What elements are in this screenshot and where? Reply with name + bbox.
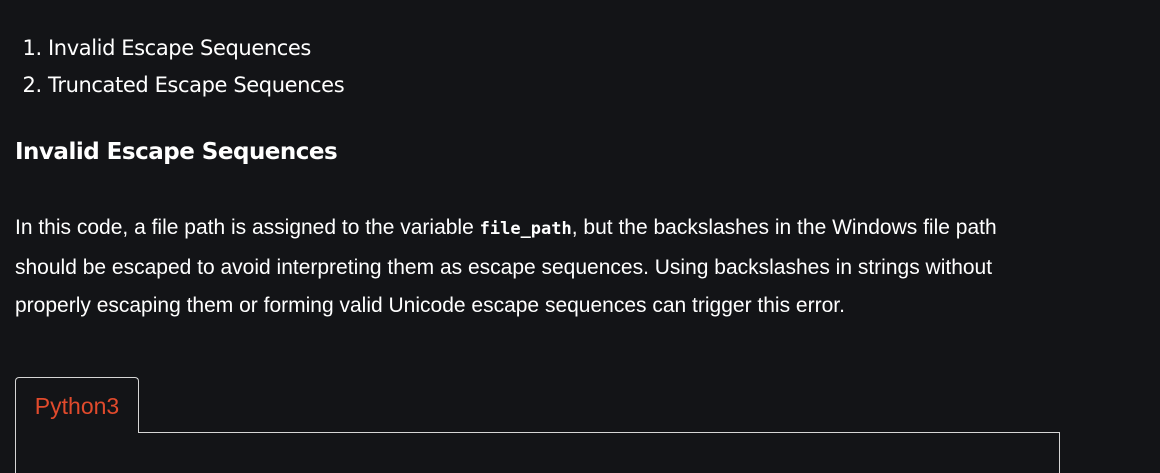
code-block-container [15,432,1060,473]
section-paragraph: In this code, a file path is assigned to… [15,209,1060,326]
language-tab-python3[interactable]: Python3 [15,377,139,433]
toc-item-truncated-escape-sequences[interactable]: Truncated Escape Sequences [48,67,345,104]
inline-code: file_path [479,219,572,239]
paragraph-text-start: In this code, a file path is assigned to… [15,216,480,239]
section-heading: Invalid Escape Sequences [15,139,338,165]
table-of-contents: Invalid Escape Sequences Truncated Escap… [0,30,345,104]
toc-item-invalid-escape-sequences[interactable]: Invalid Escape Sequences [48,30,344,67]
toc-item-label[interactable]: Truncated Escape Sequences [48,73,345,97]
toc-item-label[interactable]: Invalid Escape Sequences [48,36,311,60]
